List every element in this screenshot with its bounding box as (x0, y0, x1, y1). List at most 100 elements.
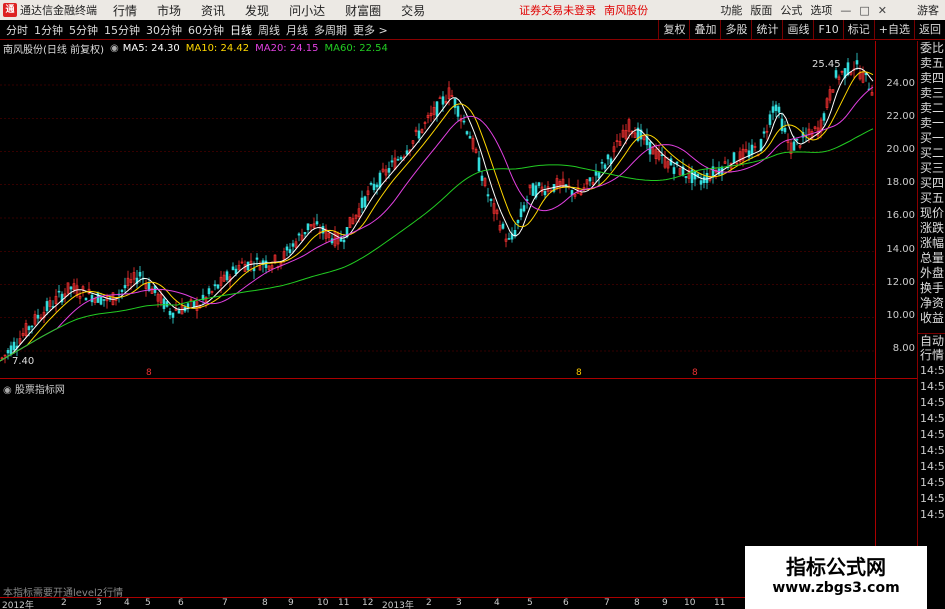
sidebar-label[interactable]: 卖四 (918, 71, 945, 86)
candle-body (774, 104, 778, 111)
maximize-icon[interactable]: □ (859, 4, 869, 17)
sidebar-label[interactable]: 现价 (918, 206, 945, 221)
sidebar-label[interactable]: 卖五 (918, 56, 945, 71)
candle-body (594, 171, 598, 176)
candle-body (399, 157, 403, 160)
minimize-icon[interactable]: — (840, 4, 851, 17)
sidebar-label[interactable]: 行情 (918, 348, 945, 363)
close-icon[interactable]: ✕ (878, 4, 887, 17)
chart-legend: 南风股份(日线 前复权) ◉ MA5: 24.30 MA10: 24.42 MA… (0, 41, 394, 56)
tool-fuquan[interactable]: 复权 (658, 20, 689, 39)
candle-body (705, 173, 709, 183)
period-weekly[interactable]: 周线 (258, 22, 280, 38)
legend-dot-icon[interactable]: ◉ (110, 43, 119, 54)
tool-f10[interactable]: F10 (813, 20, 842, 39)
sidebar-label[interactable]: 收益 (918, 311, 945, 326)
sidebar-label[interactable]: 委比 (918, 41, 945, 56)
period-multi[interactable]: 多周期 (314, 22, 347, 38)
candle-body (264, 260, 268, 269)
date-tick: 9 (662, 598, 668, 608)
menu-jiaoyi[interactable]: 交易 (401, 2, 425, 19)
candle-body (84, 297, 88, 301)
sidebar-label[interactable]: 涨跌 (918, 221, 945, 236)
period-daily[interactable]: 日线 (230, 22, 252, 38)
watermark-url: www.zbgs3.com (772, 580, 900, 596)
candle-body (69, 286, 73, 290)
period-15min[interactable]: 15分钟 (104, 22, 140, 38)
sidebar-label[interactable]: 卖三 (918, 86, 945, 101)
menu-gongneng[interactable]: 功能 (720, 2, 742, 18)
candle-body (171, 312, 175, 318)
tool-tongji[interactable]: 统计 (751, 20, 782, 39)
tool-zixuan[interactable]: +自选 (873, 20, 914, 39)
candle-body (36, 314, 40, 319)
candle-body (675, 161, 679, 164)
candle-body (390, 160, 394, 163)
sidebar-label[interactable]: 自动 (918, 333, 945, 348)
candle-body (375, 184, 379, 188)
trade-time: 14:50 (920, 380, 945, 393)
price-tick: 16.00 (886, 210, 915, 221)
guest-label[interactable]: 游客 (917, 2, 939, 18)
menu-caifuquan[interactable]: 财富圈 (345, 2, 381, 19)
menu-xuanxiang[interactable]: 选项 (810, 2, 832, 18)
menu-gongshi[interactable]: 公式 (780, 2, 802, 18)
menu-faxian[interactable]: 发现 (245, 2, 269, 19)
sidebar-label[interactable]: 换手 (918, 281, 945, 296)
event-marker[interactable]: 8 (692, 368, 698, 378)
candle-body (537, 182, 541, 186)
period-monthly[interactable]: 月线 (286, 22, 308, 38)
sidebar-label[interactable]: 外盘 (918, 266, 945, 281)
candle-body (9, 345, 13, 355)
tool-diejia[interactable]: 叠加 (689, 20, 720, 39)
candle-body (57, 290, 61, 293)
period-30min[interactable]: 30分钟 (146, 22, 182, 38)
sidebar-label[interactable]: 买二 (918, 146, 945, 161)
sidebar-label[interactable]: 总量 (918, 251, 945, 266)
sidebar-label[interactable]: 卖二 (918, 101, 945, 116)
candle-body (315, 221, 319, 225)
high-price-label: 25.45 (812, 59, 841, 70)
sidebar-label[interactable]: 买一 (918, 131, 945, 146)
sidebar-label[interactable]: 买四 (918, 176, 945, 191)
menu-zixun[interactable]: 资讯 (201, 2, 225, 19)
period-more[interactable]: 更多 > (353, 22, 388, 38)
candle-body (372, 183, 376, 191)
menu-banmian[interactable]: 版面 (750, 2, 772, 18)
menu-shichang[interactable]: 市场 (157, 2, 181, 19)
sidebar-label[interactable]: 买三 (918, 161, 945, 176)
candle-body (27, 326, 31, 331)
current-stock-name: 南风股份 (604, 4, 649, 17)
tool-fanhui[interactable]: 返回 (914, 20, 945, 39)
tool-huaxian[interactable]: 画线 (782, 20, 813, 39)
candle-body (165, 301, 169, 307)
candle-body (363, 196, 367, 208)
date-tick: 12 (362, 598, 374, 608)
candle-body (360, 197, 364, 208)
price-tick: 18.00 (886, 177, 915, 188)
period-toolbar: 分时 1分钟 5分钟 15分钟 30分钟 60分钟 日线 周线 月线 多周期 更… (0, 20, 945, 40)
menu-wenxiaoda[interactable]: 问小达 (289, 2, 325, 19)
candle-body (30, 325, 34, 328)
sidebar-label[interactable]: 涨幅 (918, 236, 945, 251)
event-marker[interactable]: 8 (146, 368, 152, 378)
sidebar-label[interactable]: 卖一 (918, 116, 945, 131)
tool-duogu[interactable]: 多股 (720, 20, 751, 39)
candle-body (396, 158, 400, 161)
sidebar-label[interactable]: 净资 (918, 296, 945, 311)
candle-body (291, 243, 295, 247)
login-warning[interactable]: 证券交易未登录 (519, 2, 596, 18)
event-marker[interactable]: 8 (576, 368, 582, 378)
indicator-dot-icon[interactable]: ◉ (3, 385, 12, 396)
period-5min[interactable]: 5分钟 (69, 22, 98, 38)
period-1min[interactable]: 1分钟 (34, 22, 63, 38)
tool-biaoji[interactable]: 标记 (842, 20, 874, 39)
period-60min[interactable]: 60分钟 (188, 22, 224, 38)
date-tick: 2012年 (2, 601, 34, 609)
sidebar-label[interactable]: 买五 (918, 191, 945, 206)
menu-bar: 通 通达信金融终端 行情 市场 资讯 发现 问小达 财富圈 交易 证券交易未登录… (0, 0, 945, 20)
period-fenshi[interactable]: 分时 (6, 22, 28, 38)
date-tick: 8 (634, 598, 640, 608)
kline-chart[interactable] (0, 41, 875, 378)
menu-hangqing[interactable]: 行情 (113, 2, 137, 19)
